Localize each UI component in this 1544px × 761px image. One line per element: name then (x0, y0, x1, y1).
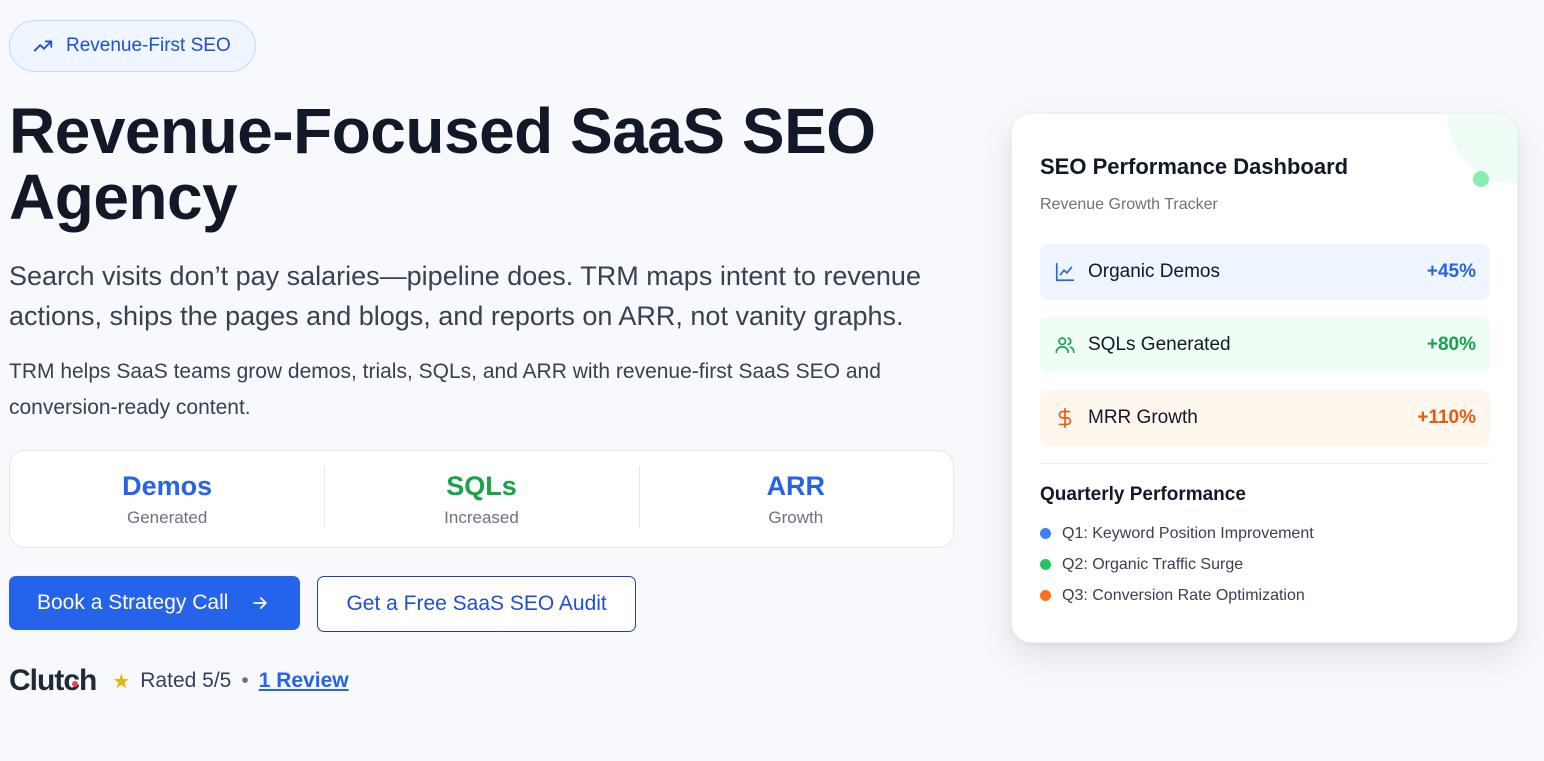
dollar-icon (1058, 408, 1072, 428)
dashboard-title: SEO Performance Dashboard (1040, 154, 1349, 179)
seo-performance-dashboard: SEO Performance Dashboard Revenue Growth… (1011, 113, 1518, 643)
separator: • (241, 669, 249, 692)
quarter-item-q1: Q1: Keyword Position Improvement (1040, 518, 1490, 549)
clutch-rating: Clutch ★ Rated 5/5 • 1 Review (9, 664, 959, 698)
quarter-label: Q2: Organic Traffic Surge (1062, 555, 1244, 573)
line-chart-icon (1055, 262, 1075, 282)
stat-value: Demos (122, 471, 213, 501)
quarter-dot (1040, 559, 1051, 570)
hero-section: Revenue-First SEO Revenue-Focused SaaS S… (9, 20, 959, 698)
quarter-item-q2: Q2: Organic Traffic Surge (1040, 549, 1490, 580)
clutch-logo-dot (72, 681, 78, 687)
trending-up-icon (33, 40, 53, 52)
users-icon (1055, 337, 1075, 354)
clutch-logo-text: Clutch (9, 664, 97, 697)
hero-lead-text: Search visits don’t pay salaries—pipelin… (9, 261, 921, 331)
headline-line-1: Revenue-Focused SaaS SEO (9, 95, 876, 167)
stat-arr: ARR Growth (638, 466, 953, 528)
stat-label: Growth (768, 508, 824, 527)
metric-value: +110% (1417, 407, 1476, 428)
quarter-item-q3: Q3: Conversion Rate Optimization (1040, 580, 1490, 611)
free-seo-audit-button[interactable]: Get a Free SaaS SEO Audit (317, 576, 636, 632)
stat-value: ARR (766, 471, 826, 501)
stat-demos: Demos Generated (10, 470, 324, 528)
quarterly-list: Q1: Keyword Position Improvement Q2: Org… (1040, 518, 1490, 611)
quarter-label: Q1: Keyword Position Improvement (1062, 524, 1314, 542)
metrics-list: Organic Demos +45% SQLs Generated +80% M… (1040, 244, 1490, 446)
revenue-first-badge: Revenue-First SEO (9, 20, 256, 72)
metric-value: +80% (1426, 334, 1476, 355)
book-strategy-call-button[interactable]: Book a Strategy Call (9, 576, 301, 630)
cta-group: Book a Strategy Call Get a Free SaaS SEO… (9, 576, 959, 632)
stat-value: SQLs (446, 471, 517, 501)
arrow-right-icon (253, 597, 268, 609)
stat-sqls: SQLs Increased (324, 466, 638, 528)
metric-value: +45% (1426, 261, 1476, 282)
headline-line-2: Agency (9, 161, 238, 233)
stat-label: Increased (444, 508, 519, 527)
button-label: Book a Strategy Call (37, 591, 229, 614)
metric-sqls-generated: SQLs Generated +80% (1040, 317, 1490, 373)
star-icon: ★ (112, 670, 131, 693)
quarter-dot (1040, 590, 1051, 601)
metric-label: SQLs Generated (1088, 334, 1231, 355)
dashboard-content: SEO Performance Dashboard Revenue Growth… (1040, 154, 1490, 611)
badge-label: Revenue-First SEO (66, 35, 231, 56)
stat-label: Generated (126, 508, 208, 527)
metric-organic-demos: Organic Demos +45% (1040, 244, 1490, 300)
page: Revenue-First SEO Revenue-Focused SaaS S… (0, 0, 1544, 761)
page-title: Revenue-Focused SaaS SEO Agency (9, 98, 959, 230)
clutch-logo: Clutch (9, 664, 97, 698)
metric-mrr-growth: MRR Growth +110% (1040, 390, 1490, 446)
divider (1040, 463, 1490, 464)
review-link[interactable]: 1 Review (259, 669, 349, 693)
metric-label: Organic Demos (1088, 261, 1220, 282)
quarter-label: Q3: Conversion Rate Optimization (1062, 586, 1305, 604)
metric-label: MRR Growth (1088, 407, 1198, 428)
hero-sub-text: TRM helps SaaS teams grow demos, trials,… (9, 360, 881, 419)
rating-text: Rated 5/5 (140, 669, 232, 692)
stats-bar: Demos Generated SQLs Increased ARR Growt… (9, 450, 954, 548)
quarter-dot (1040, 528, 1051, 539)
quarterly-performance-title: Quarterly Performance (1040, 484, 1246, 505)
dashboard-subtitle: Revenue Growth Tracker (1040, 196, 1218, 213)
